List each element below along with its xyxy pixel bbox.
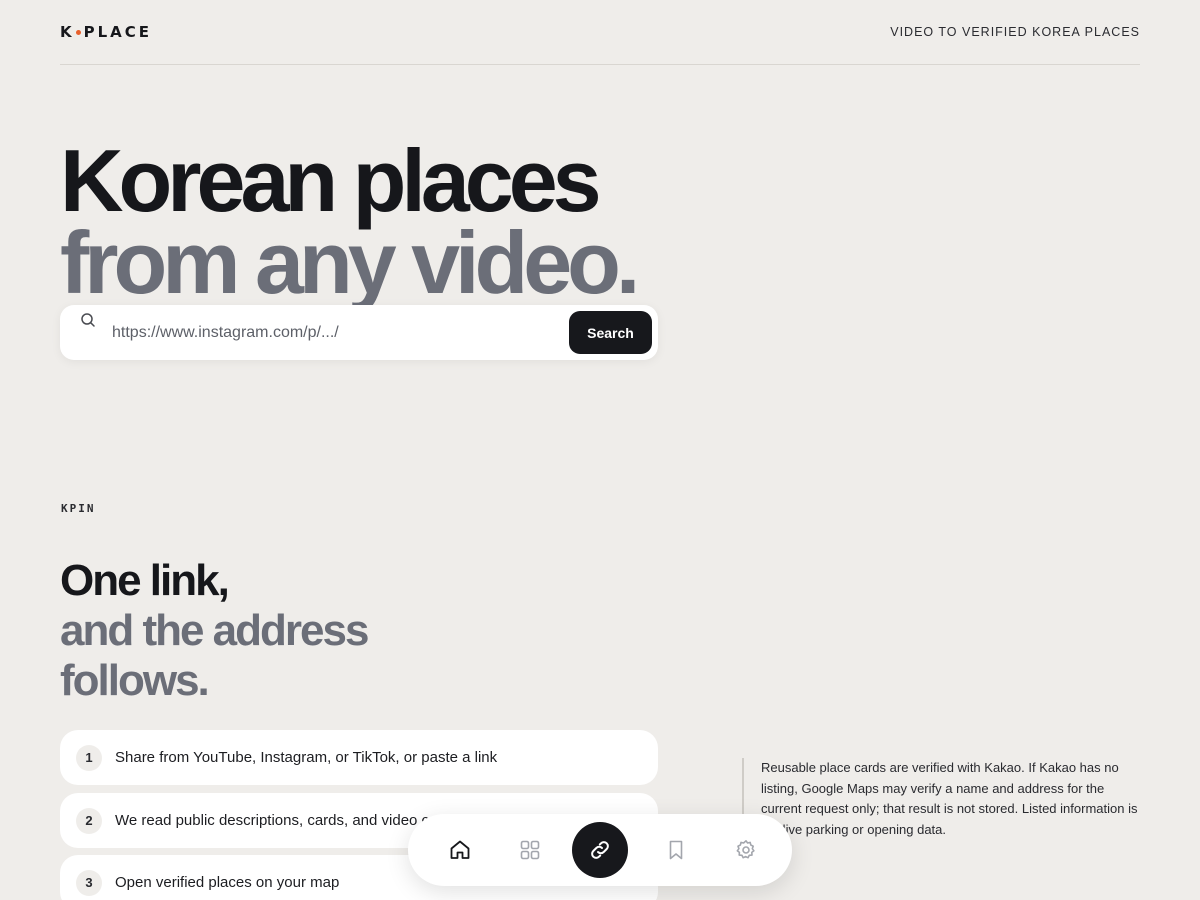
nav-settings-button[interactable] xyxy=(718,822,774,878)
logo-dot-icon xyxy=(75,29,81,35)
verification-note: Reusable place cards are verified with K… xyxy=(742,758,1140,840)
gear-icon xyxy=(736,840,755,859)
hero-title: Korean places from any video. xyxy=(60,131,640,312)
logo-right-text: PLACE xyxy=(83,23,153,41)
nav-home-button[interactable] xyxy=(432,822,488,878)
top-header: K PLACE VIDEO TO VERIFIED KOREA PLACES xyxy=(60,0,1140,65)
section-title-line1: One link, xyxy=(60,556,230,605)
nav-grid-button[interactable] xyxy=(502,822,558,878)
tagline: VIDEO TO VERIFIED KOREA PLACES xyxy=(890,25,1140,39)
search-icon xyxy=(81,313,95,327)
hero-title-line1: Korean places xyxy=(60,131,602,230)
logo[interactable]: K PLACE xyxy=(60,23,152,41)
step-item-1: 1 Share from YouTube, Instagram, or TikT… xyxy=(60,730,658,785)
section-eyebrow: KPIN xyxy=(61,502,96,515)
grid-icon xyxy=(520,840,540,860)
search-bar: Search xyxy=(60,305,658,360)
bottom-nav xyxy=(408,814,792,886)
section-title-line2: and the address xyxy=(60,606,369,655)
step-number: 3 xyxy=(76,869,102,896)
home-icon xyxy=(450,840,470,859)
hero-title-line2: from any video. xyxy=(60,213,640,312)
step-number: 1 xyxy=(76,744,102,771)
bookmark-icon xyxy=(669,840,683,860)
section-title-line3: follows. xyxy=(60,656,210,705)
logo-left-text: K xyxy=(60,23,75,41)
step-text: Share from YouTube, Instagram, or TikTok… xyxy=(115,749,498,766)
step-text: Open verified places on your map xyxy=(115,874,340,891)
link-icon xyxy=(591,841,609,859)
section-title: One link, and the address follows. xyxy=(60,556,369,706)
step-text: We read public descriptions, cards, and … xyxy=(115,812,430,829)
nav-bookmark-button[interactable] xyxy=(648,822,704,878)
search-input[interactable] xyxy=(112,305,562,360)
nav-link-button[interactable] xyxy=(572,822,628,878)
search-button[interactable]: Search xyxy=(569,311,652,354)
step-number: 2 xyxy=(76,807,102,834)
